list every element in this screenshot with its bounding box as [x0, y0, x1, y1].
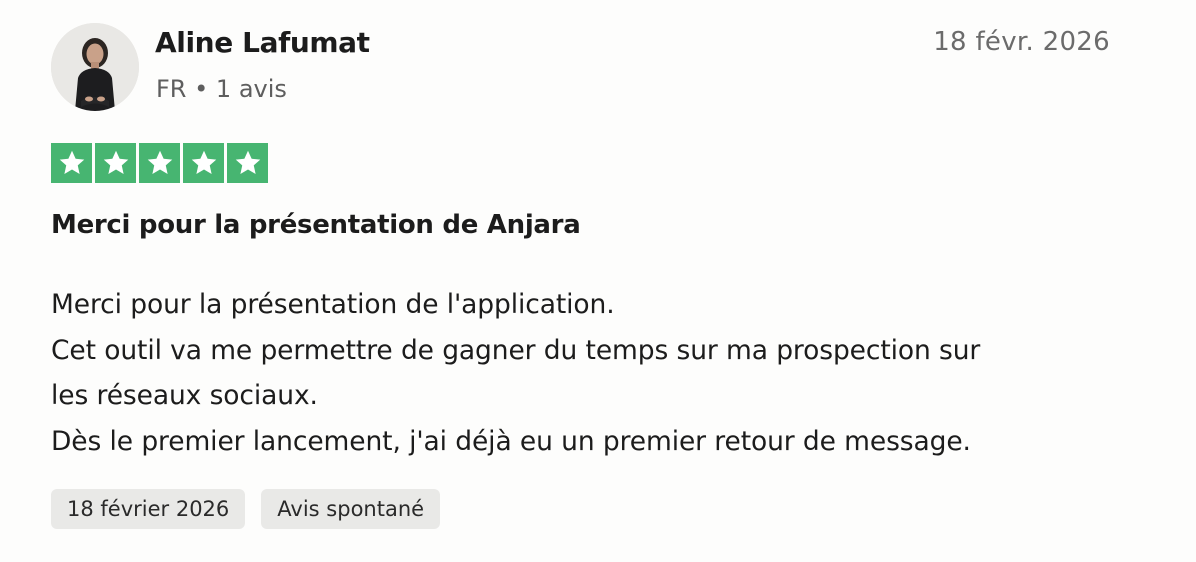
- review-body: Merci pour la présentation de l'applicat…: [51, 282, 1131, 464]
- star-rating: [51, 143, 268, 183]
- reviewer-review-count: 1 avis: [215, 75, 287, 103]
- avatar-photo: [51, 23, 139, 111]
- review-body-line: les réseaux sociaux.: [51, 380, 318, 411]
- review-body-line: Cet outil va me permettre de gagner du t…: [51, 334, 981, 366]
- reviewer-meta: FR • 1 avis: [156, 73, 287, 105]
- reviewer-country: FR: [156, 75, 187, 103]
- review-body-line: Merci pour la présentation de l'applicat…: [51, 289, 615, 320]
- star-icon: [227, 143, 268, 183]
- review-date: 18 févr. 2026: [933, 27, 1110, 57]
- star-icon: [51, 143, 92, 183]
- review-tags: 18 février 2026 Avis spontané: [51, 489, 441, 529]
- review-type-tag[interactable]: Avis spontané: [261, 489, 441, 529]
- avatar[interactable]: [51, 23, 139, 111]
- meta-separator: •: [194, 75, 209, 103]
- review-card: Aline Lafumat FR • 1 avis 18 févr. 2026 …: [0, 0, 1196, 562]
- star-icon: [95, 143, 136, 183]
- star-icon: [139, 143, 180, 183]
- star-icon: [183, 143, 224, 183]
- reviewer-name[interactable]: Aline Lafumat: [155, 25, 370, 61]
- date-of-experience-tag: 18 février 2026: [51, 489, 246, 529]
- review-body-line: Dès le premier lancement, j'ai déjà eu u…: [51, 425, 971, 457]
- review-title[interactable]: Merci pour la présentation de Anjara: [51, 207, 581, 243]
